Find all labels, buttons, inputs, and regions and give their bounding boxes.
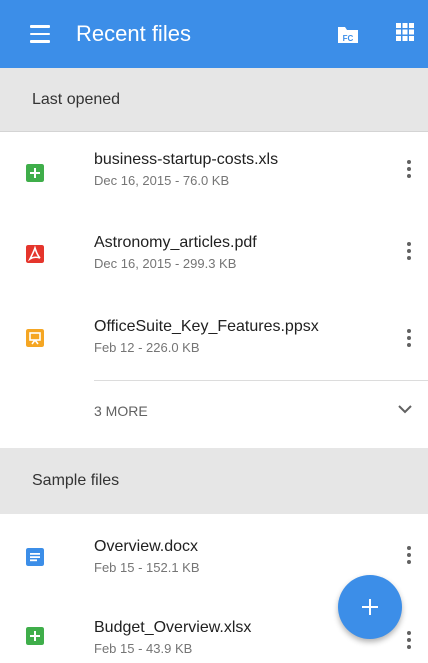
show-more-label: 3 MORE [94,403,148,419]
section-header-last-opened: Last opened [0,68,428,132]
pdf-icon [26,245,44,263]
spreadsheet-icon [26,627,44,645]
show-more-row[interactable]: 3 MORE [0,381,428,439]
page-title: Recent files [76,21,191,46]
file-row[interactable]: Astronomy_articles.pdf Dec 16, 2015 - 29… [0,222,428,294]
file-row[interactable]: OfficeSuite_Key_Features.ppsx Feb 12 - 2… [0,305,428,377]
more-options-icon[interactable] [406,242,412,264]
grid-view-icon[interactable] [396,23,414,41]
file-name: OfficeSuite_Key_Features.ppsx [94,318,319,335]
file-meta: Feb 15 - 152.1 KB [94,560,200,575]
add-fab-button[interactable] [338,575,402,639]
app-bar: Recent files FC [0,0,428,68]
more-options-icon[interactable] [406,329,412,351]
file-meta: Feb 15 - 43.9 KB [94,641,193,656]
file-commander-icon[interactable]: FC [337,22,359,46]
more-options-icon[interactable] [406,631,412,653]
more-options-icon[interactable] [406,546,412,568]
file-name: business-startup-costs.xls [94,151,279,168]
file-name: Overview.docx [94,538,199,555]
file-name: Budget_Overview.xlsx [94,619,252,636]
menu-icon[interactable] [30,25,50,43]
more-options-icon[interactable] [406,160,412,182]
file-meta: Dec 16, 2015 - 299.3 KB [94,256,237,271]
file-meta: Feb 12 - 226.0 KB [94,340,200,355]
section-header-sample-files: Sample files [0,448,428,514]
document-icon [26,548,44,566]
presentation-icon [26,329,44,347]
svg-text:FC: FC [343,34,354,43]
file-meta: Dec 16, 2015 - 76.0 KB [94,173,230,188]
file-name: Astronomy_articles.pdf [94,234,257,251]
chevron-down-icon [398,405,412,414]
file-row[interactable]: business-startup-costs.xls Dec 16, 2015 … [0,134,428,206]
spreadsheet-icon [26,164,44,182]
